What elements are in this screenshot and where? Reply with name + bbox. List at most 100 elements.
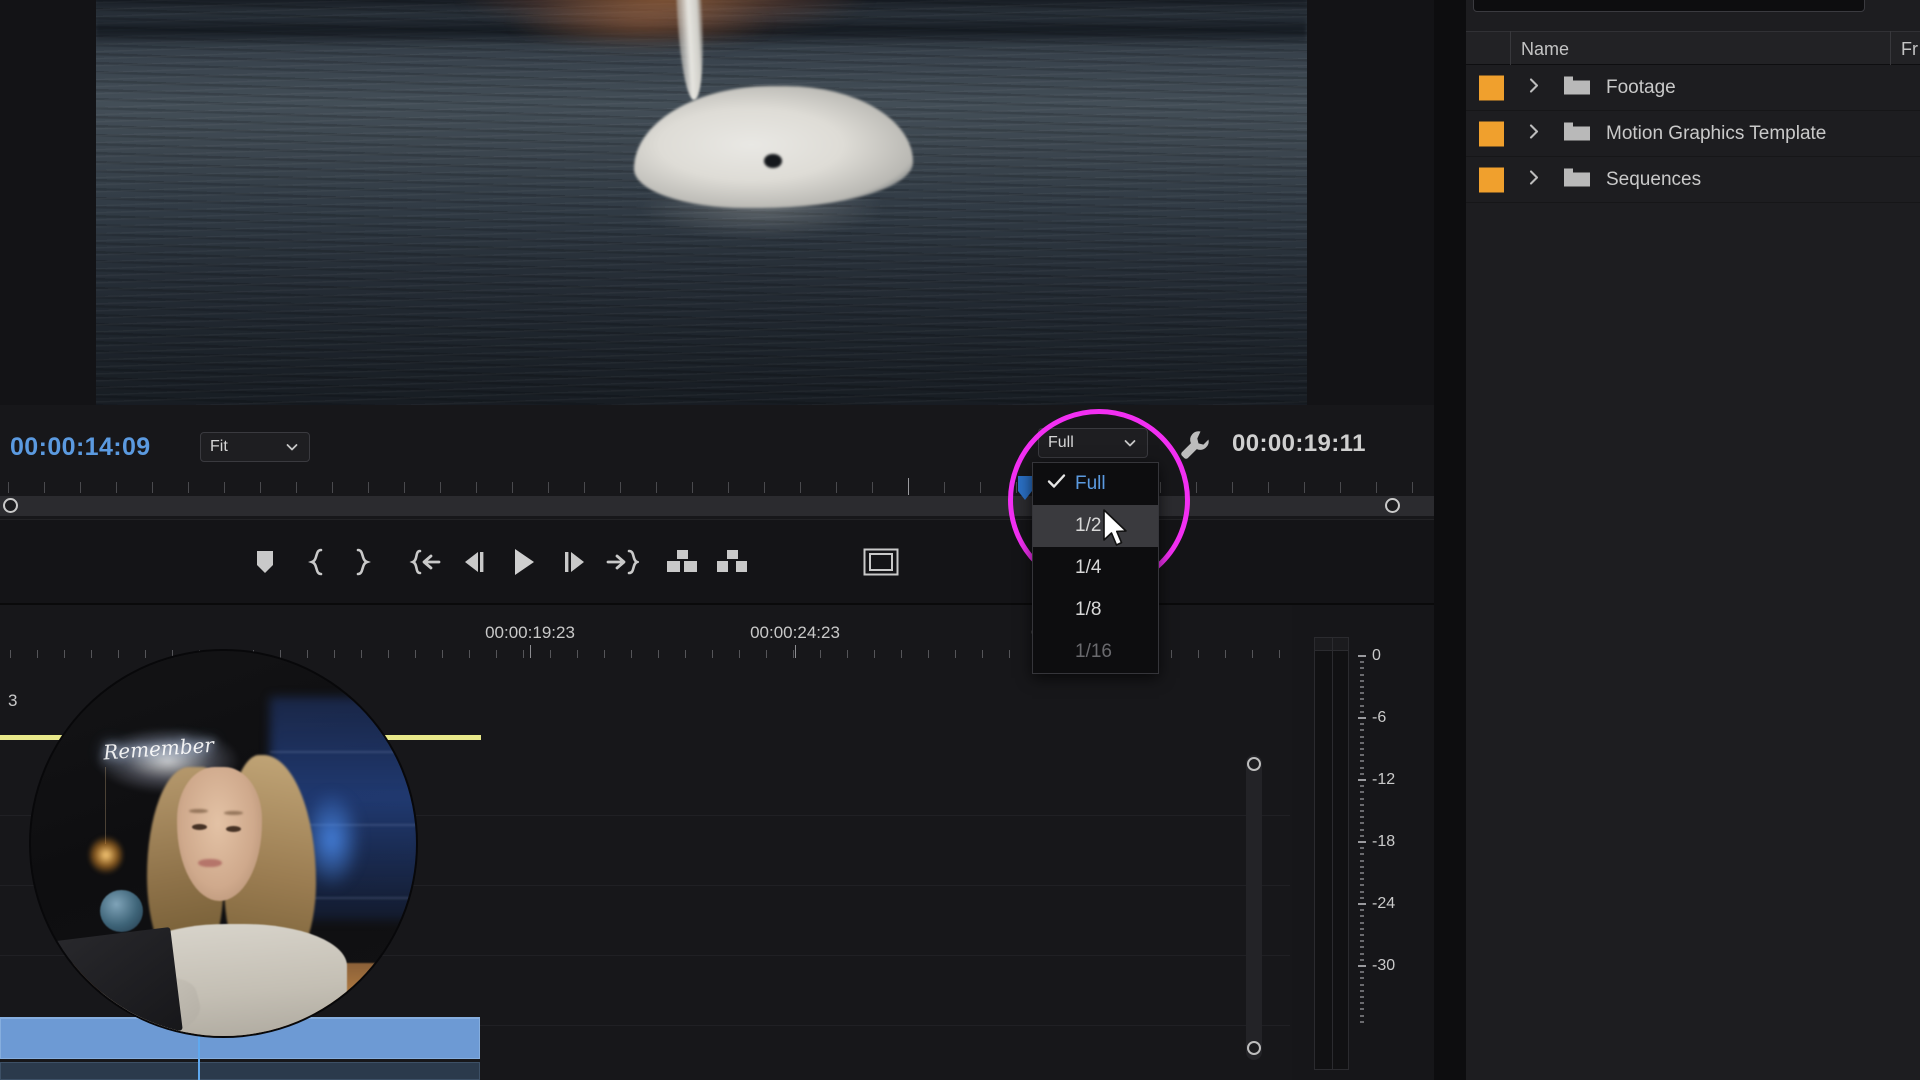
- label-color-swatch[interactable]: [1479, 121, 1504, 146]
- audio-meter-clip-indicator[interactable]: [1314, 637, 1349, 651]
- meter-tick-minor: [1360, 692, 1364, 694]
- current-timecode[interactable]: 00:00:14:09: [10, 433, 151, 462]
- extract-button[interactable]: [715, 549, 749, 575]
- label-color-swatch[interactable]: [1479, 75, 1504, 100]
- label-color-swatch[interactable]: [1479, 167, 1504, 192]
- meter-tick-minor: [1360, 829, 1364, 831]
- meter-tick-minor: [1360, 804, 1364, 806]
- project-panel-header: Name Fr: [1466, 31, 1920, 65]
- chevron-right-icon[interactable]: [1526, 122, 1542, 145]
- ruler-tick: [1279, 650, 1280, 658]
- search-input[interactable]: [1473, 0, 1865, 12]
- menu-item-resolution-0[interactable]: Full: [1033, 463, 1158, 505]
- ruler-timecode: 00:00:19:23: [485, 623, 575, 643]
- menu-item-resolution-4: 1/16: [1033, 631, 1158, 673]
- webcam-overlay: Remember: [31, 651, 416, 1036]
- ruler-tick: [658, 650, 659, 658]
- monitor-scrubber[interactable]: [0, 478, 1434, 520]
- audio-meter-bars[interactable]: [1314, 650, 1349, 1070]
- meter-tick: [1358, 965, 1366, 967]
- playback-resolution-dropdown[interactable]: Full: [1038, 428, 1148, 458]
- duration-timecode[interactable]: 00:00:19:11: [1232, 430, 1366, 458]
- meter-tick-minor: [1360, 835, 1364, 837]
- menu-item-resolution-2[interactable]: 1/4: [1033, 547, 1158, 589]
- meter-tick: [1358, 903, 1366, 905]
- meter-tick-minor: [1360, 767, 1364, 769]
- menu-item-resolution-3[interactable]: 1/8: [1033, 589, 1158, 631]
- mark-out-button[interactable]: [353, 548, 371, 576]
- meter-tick-minor: [1360, 971, 1364, 973]
- meter-tick: [1358, 779, 1366, 781]
- timeline-partial-timecode: 3: [8, 691, 17, 711]
- menu-item-label: 1/4: [1075, 557, 1101, 579]
- meter-tick-minor: [1360, 940, 1364, 942]
- go-to-out-button[interactable]: [605, 548, 639, 576]
- chevron-right-icon[interactable]: [1526, 76, 1542, 99]
- play-stop-button[interactable]: [511, 547, 537, 577]
- column-divider: [1510, 31, 1511, 65]
- column-header-fr[interactable]: Fr: [1901, 39, 1918, 60]
- timeline-vertical-scrollbar[interactable]: [1246, 755, 1262, 1060]
- meter-tick-minor: [1360, 686, 1364, 688]
- meter-tick-minor: [1360, 798, 1364, 800]
- meter-tick-minor: [1360, 866, 1364, 868]
- scrollbar-handle-bottom[interactable]: [1247, 1041, 1261, 1055]
- zoom-level-dropdown[interactable]: Fit: [200, 432, 310, 462]
- globe-decor: [100, 890, 142, 932]
- meter-tick-minor: [1360, 891, 1364, 893]
- scrubber-ticks: [0, 478, 1434, 496]
- mark-in-button[interactable]: [308, 548, 326, 576]
- wrench-icon[interactable]: [1178, 428, 1212, 467]
- step-back-button[interactable]: [461, 550, 489, 574]
- meter-tick-minor: [1360, 816, 1364, 818]
- scrubber-bar[interactable]: [0, 496, 1434, 516]
- chevron-down-icon: [1122, 435, 1138, 451]
- meter-tick-minor: [1360, 897, 1364, 899]
- menu-item-label: 1/16: [1075, 641, 1112, 663]
- person-eyebrow: [224, 811, 243, 815]
- table-row[interactable]: Sequences: [1466, 157, 1920, 203]
- go-to-in-button[interactable]: [409, 548, 443, 576]
- column-header-name[interactable]: Name: [1521, 39, 1569, 60]
- meter-tick-minor: [1360, 674, 1364, 676]
- add-marker-button[interactable]: [254, 549, 276, 575]
- step-forward-button[interactable]: [560, 550, 588, 574]
- meter-tick: [1358, 655, 1366, 657]
- ruler-tick: [685, 650, 686, 658]
- audio-meter-scale: 0-6-12-18-24-30: [1358, 645, 1428, 1075]
- meter-tick-minor: [1360, 742, 1364, 744]
- ruler-tick: [793, 650, 794, 658]
- folder-icon: [1563, 166, 1591, 193]
- meter-tick-minor: [1360, 810, 1364, 812]
- check-icon: [1047, 473, 1066, 495]
- chevron-right-icon[interactable]: [1526, 168, 1542, 191]
- meter-tick-minor: [1360, 996, 1364, 998]
- meter-tick-minor: [1360, 928, 1364, 930]
- playback-resolution-menu[interactable]: Full1/2 1/4 1/8 1/16: [1032, 462, 1159, 674]
- meter-tick: [1358, 841, 1366, 843]
- project-panel-body[interactable]: [1466, 203, 1920, 1080]
- meter-tick: [1358, 717, 1366, 719]
- safe-margins-button[interactable]: [863, 548, 899, 576]
- meter-label: -18: [1372, 833, 1395, 851]
- scrubber-handle-left[interactable]: [3, 498, 18, 513]
- meter-tick-minor: [1360, 878, 1364, 880]
- scrollbar-handle-top[interactable]: [1247, 757, 1261, 771]
- meter-tick-minor: [1360, 909, 1364, 911]
- program-monitor-video[interactable]: [95, 0, 1307, 410]
- letterbox-left: [0, 0, 96, 410]
- transport-controls: [0, 520, 1434, 605]
- ruler-tick-major: [795, 645, 796, 658]
- meter-tick-minor: [1360, 922, 1364, 924]
- table-row[interactable]: Motion Graphics Template: [1466, 111, 1920, 157]
- monitor-playhead[interactable]: [1018, 476, 1032, 502]
- table-row[interactable]: Footage: [1466, 65, 1920, 111]
- divider: [1332, 651, 1333, 1069]
- meter-label: -30: [1372, 957, 1395, 975]
- ruler-tick: [631, 650, 632, 658]
- audio-clip[interactable]: [0, 1062, 480, 1080]
- scrubber-handle-right[interactable]: [1385, 498, 1400, 513]
- menu-item-resolution-1[interactable]: 1/2: [1033, 505, 1158, 547]
- lift-button[interactable]: [665, 549, 699, 575]
- ruler-tick: [523, 650, 524, 658]
